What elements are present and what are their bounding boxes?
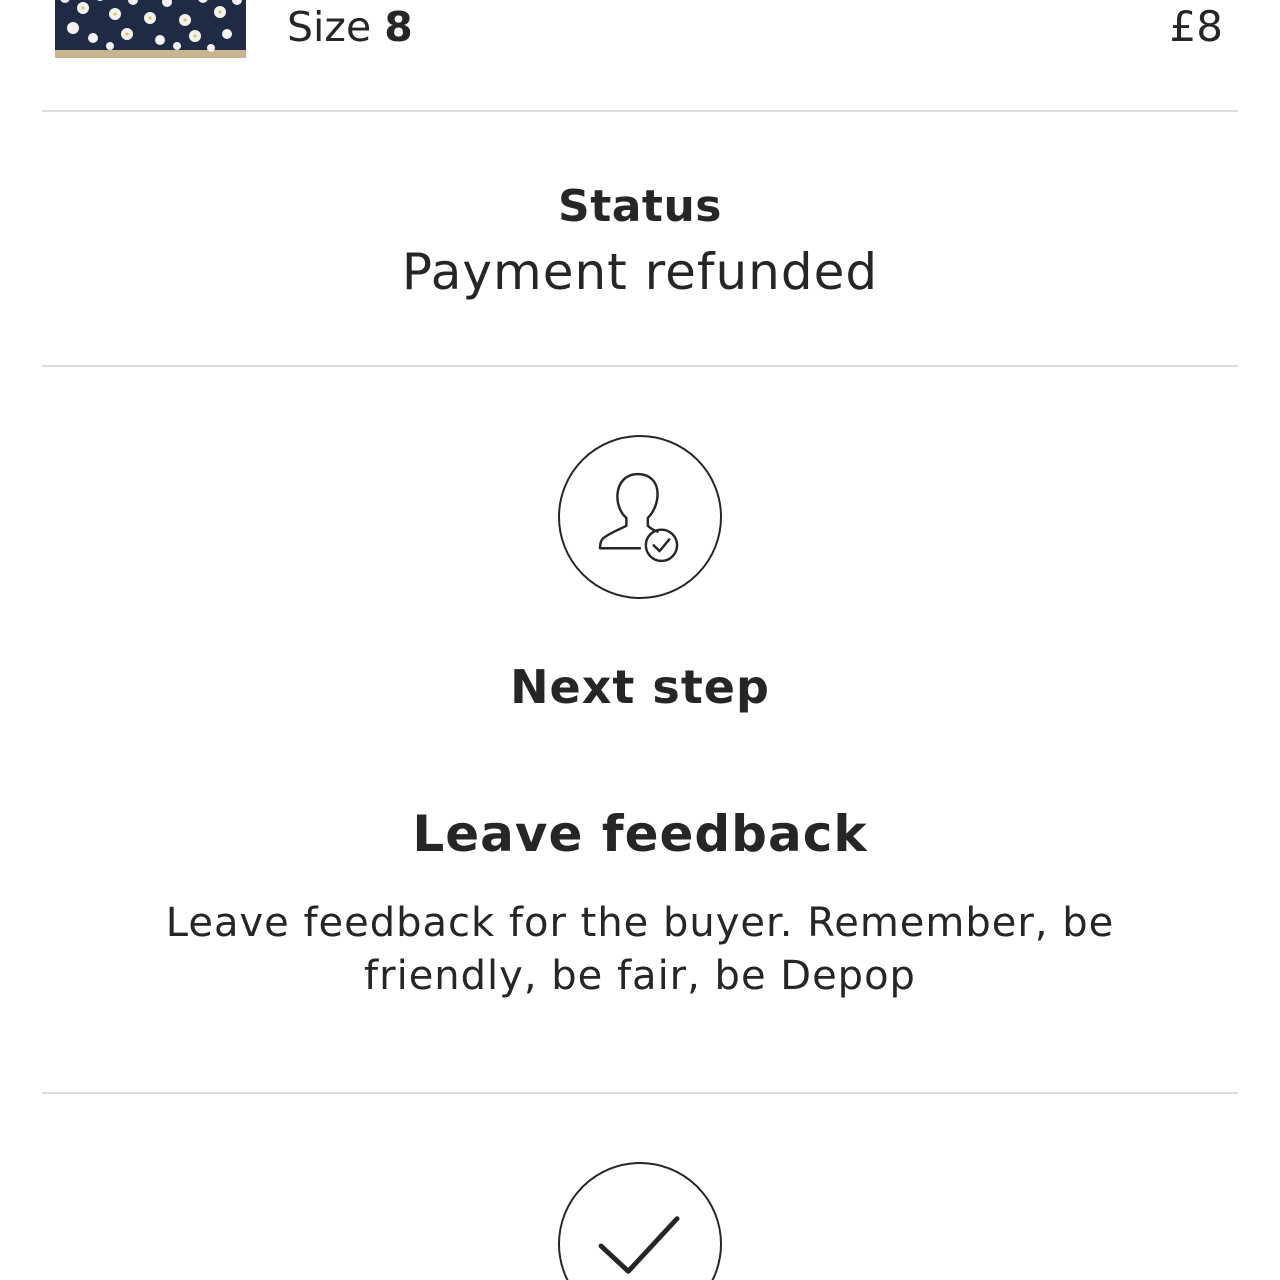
user-check-icon bbox=[558, 435, 722, 599]
order-details-page: Size 8 £8 Status Payment refunded Next s… bbox=[0, 0, 1280, 1280]
size-value: 8 bbox=[384, 3, 413, 51]
next-step-heading: Next step bbox=[510, 660, 770, 714]
item-price: £8 bbox=[1169, 2, 1223, 51]
floral-print-image bbox=[55, 0, 246, 58]
status-title: Status bbox=[558, 181, 722, 232]
divider bbox=[42, 1092, 1238, 1094]
divider bbox=[42, 365, 1238, 367]
size-label: Size bbox=[287, 3, 372, 51]
item-size: Size 8 bbox=[287, 4, 413, 50]
checkmark-icon bbox=[558, 1162, 722, 1280]
item-thumbnail[interactable] bbox=[55, 0, 246, 58]
leave-feedback-title[interactable]: Leave feedback bbox=[0, 805, 1280, 863]
order-item-row[interactable]: Size 8 £8 bbox=[0, 0, 1280, 110]
leave-feedback-description: Leave feedback for the buyer. Remember, … bbox=[165, 900, 1115, 999]
divider bbox=[42, 110, 1238, 112]
status-value: Payment refunded bbox=[401, 243, 879, 301]
